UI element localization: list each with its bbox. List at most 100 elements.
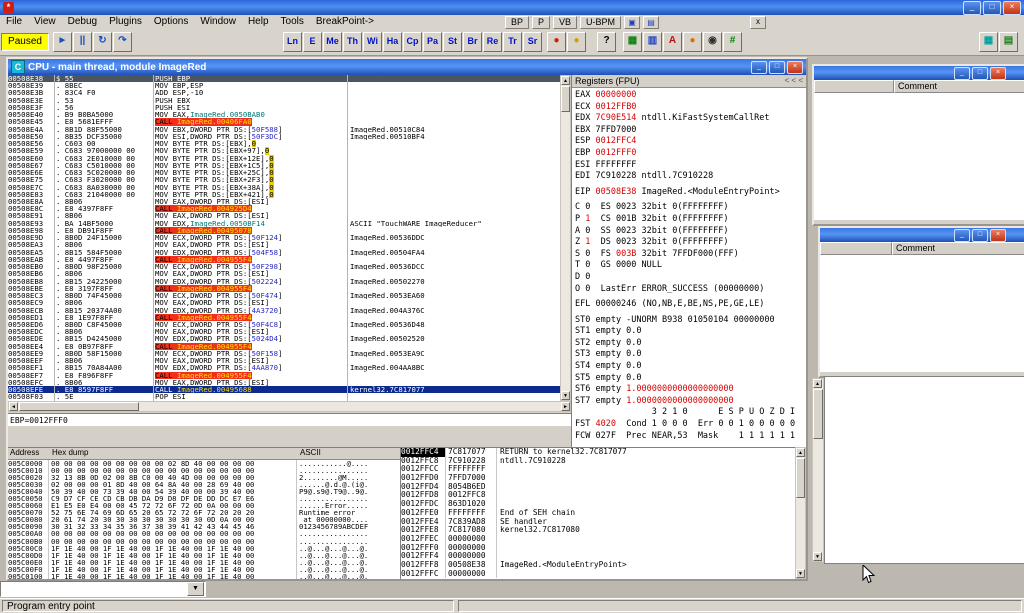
disasm-row[interactable]: 00508EFC. 8B06MOV EAX,DWORD PTR DS:[ESI] [8,379,560,386]
tile-windows-icon[interactable]: ▦ [979,32,998,52]
disasm-row[interactable]: 00508EDE. 8B15 D4245000MOV EDX,DWORD PTR… [8,335,560,342]
panel-minimize-button[interactable]: _ [954,67,970,80]
dump-row[interactable]: 005C007052 75 6E 74 69 6D 65 20 65 72 72… [8,509,400,516]
trace-window-icon[interactable]: ◉ [703,32,722,52]
dump-row[interactable]: 005C002032 13 8B 0D 02 00 8B C0 00 40 4D… [8,474,400,481]
disasm-row[interactable]: 00508EA5. 8B15 584F5000MOV EDX,DWORD PTR… [8,249,560,256]
menu-item-tools[interactable]: Tools [275,15,310,28]
register-line[interactable]: ST4 empty 0.0 [575,361,806,373]
menu-button-bp[interactable]: BP [505,16,529,29]
register-line[interactable]: ECX 0012FFB0 [575,102,806,114]
disasm-row[interactable]: 00508E59. C683 97000000 00MOV BYTE PTR D… [8,147,560,154]
disasm-row[interactable]: 00508E3E. 53PUSH EBX [8,97,560,104]
disassembly-hscrollbar[interactable]: ◄ ► [8,401,571,412]
dump-row[interactable]: 005C001000 00 00 00 00 00 00 00 00 00 00… [8,467,400,474]
disassembly-vscrollbar[interactable]: ▲ ▼ [560,75,571,401]
disasm-row[interactable]: 00508ECB. 8B15 20374A00MOV EDX,DWORD PTR… [8,307,560,314]
disasm-row[interactable]: 00508E75. C683 F3020000 00MOV BYTE PTR D… [8,176,560,183]
register-line[interactable]: EBP 0012FFF0 [575,148,806,160]
stack-row[interactable]: 0012FFF800508E38ImageRed.<ModuleEntryPoi… [401,561,795,570]
register-line[interactable]: EIP 00508E38 ImageRed.<ModuleEntryPoint> [575,187,806,199]
step-over-icon[interactable]: ↷ [113,32,132,52]
plugin-a-icon[interactable]: ▣ [624,16,640,29]
menu-item-debug[interactable]: Debug [62,15,103,28]
toolbar-letter-button-ha[interactable]: Ha [383,32,402,52]
side-panel-2-titlebar[interactable]: _ □ × [820,228,1024,242]
dump-row[interactable]: 005C00D01F 1E 40 00 1F 1E 40 00 1F 1E 40… [8,552,400,559]
register-line[interactable]: EDI 7C910228 ntdll.7C910228 [575,171,806,183]
cpu-minimize-button[interactable]: _ [751,61,767,74]
register-line[interactable]: ESI FFFFFFFF [575,160,806,172]
stack-row[interactable]: 0012FFC87C910228ntdll.7C910228 [401,457,795,466]
scroll-right-icon[interactable]: ► [561,402,570,411]
register-line[interactable]: ST6 empty 1.0000000000000000000 [575,384,806,396]
stack-row[interactable]: 0012FFF000000000 [401,544,795,553]
toolbar-letter-button-tr[interactable]: Tr [503,32,522,52]
stack-pane[interactable]: 0012FFC47C817077RETURN to kernel32.7C817… [400,447,795,579]
disasm-row[interactable]: 00508EB8. 8B15 24225000MOV EDX,DWORD PTR… [8,278,560,285]
disasm-row[interactable]: 00508F03. 5EPOP ESI [8,393,560,400]
modules-window-icon[interactable]: ▥ [643,32,662,52]
patch-window-icon[interactable]: # [723,32,742,52]
menu-item-file[interactable]: File [0,15,28,28]
disasm-row[interactable]: 00508EA3. 8B06MOV EAX,DWORD PTR DS:[ESI] [8,241,560,248]
menu-item-help[interactable]: Help [242,15,275,28]
disasm-row[interactable]: 00508E60. C683 2E010000 00MOV BYTE PTR D… [8,155,560,162]
register-line[interactable]: C 0 ES 0023 32bit 0(FFFFFFFF) [575,202,806,214]
help-icon[interactable]: ? [597,32,616,52]
register-line[interactable]: ESP 0012FFC4 [575,136,806,148]
menu-button-vb[interactable]: VB [553,16,577,29]
dump-row[interactable]: 005C00C01F 1E 40 00 1F 1E 40 00 1F 1E 40… [8,545,400,552]
scroll-up-icon[interactable]: ▲ [561,76,570,85]
disasm-row[interactable]: 00508EAB. E8 4497F8FFCALL ImageRed.00495… [8,256,560,263]
menu-button-p[interactable]: P [532,16,550,29]
disasm-row[interactable]: 00508E6E. C683 5C020000 00MOV BYTE PTR D… [8,169,560,176]
disasm-row[interactable]: 00508ED6. 8B0D C8F45000MOV ECX,DWORD PTR… [8,321,560,328]
dump-row[interactable]: 005C004050 39 40 00 73 39 40 00 54 39 40… [8,488,400,495]
minimize-button[interactable]: _ [963,1,981,15]
dump-row[interactable]: 005C0050C9 D7 CF CE CD CB DB DA D9 D8 DF… [8,495,400,502]
disasm-row[interactable]: 00508EE9. 8B0D 58F15000MOV ECX,DWORD PTR… [8,350,560,357]
register-line[interactable]: 3 2 1 0 E S P U O Z D I [575,407,806,419]
hit-trace-icon[interactable]: ● [567,32,586,52]
dump-pane[interactable]: Address Hex dump ASCII 005C000000 00 00 … [8,447,400,579]
disasm-row[interactable]: 00508E3B. 83C4 F0ADD ESP,-10 [8,89,560,96]
toolbar-letter-button-cp[interactable]: Cp [403,32,422,52]
toolbar-letter-button-sr[interactable]: Sr [523,32,542,52]
register-line[interactable]: EFL 00000246 (NO,NB,E,BE,NS,PE,GE,LE) [575,299,806,311]
scroll-up-icon[interactable]: ▲ [813,379,822,388]
disasm-row[interactable]: 00508ED1. E8 1E97F8FFCALL ImageRed.00495… [8,314,560,321]
scroll-up-icon[interactable]: ▲ [796,448,805,457]
register-line[interactable]: ST3 empty 0.0 [575,349,806,361]
watch-window-icon[interactable]: ● [683,32,702,52]
dump-row[interactable]: 005C009030 31 32 33 34 35 36 37 38 39 41… [8,523,400,530]
scroll-down-icon[interactable]: ▼ [813,552,822,561]
register-line[interactable]: EAX 00000000 [575,90,806,102]
dump-row[interactable]: 005C00A000 00 00 00 00 00 00 00 00 00 00… [8,530,400,537]
toolbar-letter-button-me[interactable]: Me [323,32,342,52]
disassembly-pane[interactable]: 00508E38$ 55PUSH EBP00508E39. 8BECMOV EB… [8,75,560,401]
disasm-row[interactable]: 00508E40. B9 B0BA5000MOV EAX,ImageRed.00… [8,111,560,118]
menu-item-breakpoint[interactable]: BreakPoint-> [310,15,380,28]
dump-row[interactable]: 005C00B000 00 00 00 00 00 00 00 00 00 00… [8,538,400,545]
register-line[interactable]: FST 4020 Cond 1 0 0 0 Err 0 0 1 0 0 0 0 … [575,419,806,431]
disasm-row[interactable]: 00508EF7. E8 F896F8FFCALL ImageRed.00495… [8,372,560,379]
disasm-row[interactable]: 00508E91. 8B06MOV EAX,DWORD PTR DS:[ESI] [8,212,560,219]
toolbar-letter-button-pa[interactable]: Pa [423,32,442,52]
scroll-left-icon[interactable]: ◄ [9,402,18,411]
menu-button-u-bpm[interactable]: U-BPM [580,16,621,29]
maximize-button[interactable]: □ [983,1,1001,15]
disasm-row[interactable]: 00508EC9. 8B06MOV EAX,DWORD PTR DS:[ESI] [8,299,560,306]
stack-row[interactable]: 0012FFCCFFFFFFFF [401,465,795,474]
disasm-row[interactable]: 00508EB6. 8B06MOV EAX,DWORD PTR DS:[ESI] [8,270,560,277]
breakpoint-toggle-icon[interactable]: ● [547,32,566,52]
panel-minimize-button[interactable]: _ [954,229,970,242]
dump-row[interactable]: 005C01001F 1E 40 00 1F 1E 40 00 1F 1E 40… [8,573,400,579]
register-line[interactable]: P 1 CS 001B 32bit 0(FFFFFFFF) [575,214,806,226]
register-line[interactable]: ST5 empty 0.0 [575,373,806,385]
cascade-windows-icon[interactable]: ▤ [999,32,1018,52]
stack-row[interactable]: 0012FFFC00000000 [401,570,795,579]
panel-maximize-button[interactable]: □ [972,229,988,242]
register-line[interactable]: ST7 empty 1.0000000000000000000 [575,396,806,408]
disasm-row[interactable]: 00508EE4. E8 0B97F8FFCALL ImageRed.00495… [8,343,560,350]
